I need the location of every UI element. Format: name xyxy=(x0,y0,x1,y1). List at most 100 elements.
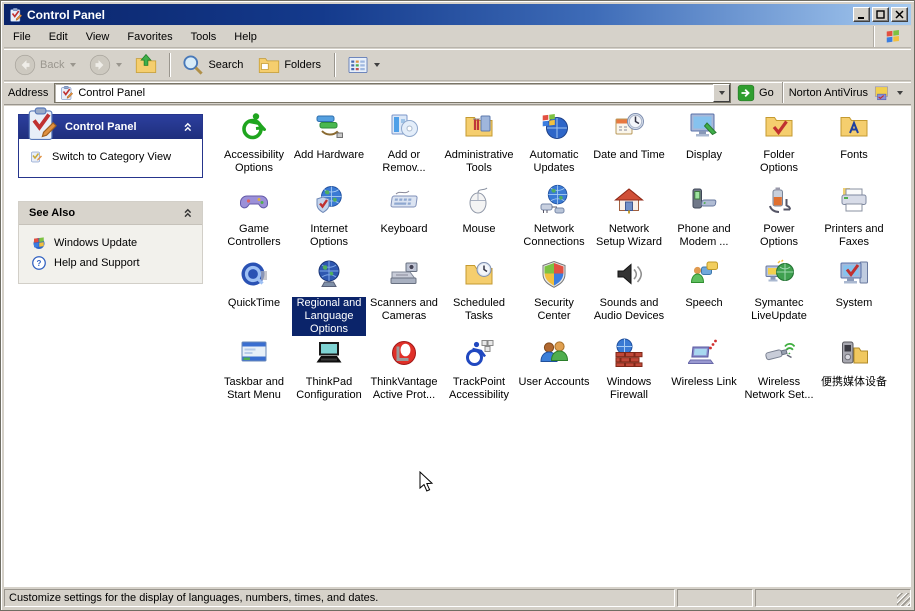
back-icon xyxy=(13,53,37,77)
scheduled-tasks-icon xyxy=(463,258,495,290)
cpl-item-phone-and-modem[interactable]: Phone and Modem ... xyxy=(667,184,741,249)
cpl-item-wireless-network-set[interactable]: Wireless Network Set... xyxy=(742,337,816,402)
cpl-item-printers-and-faxes[interactable]: Printers and Faxes xyxy=(817,184,891,249)
folders-button[interactable]: Folders xyxy=(252,51,328,79)
cpl-item-quicktime[interactable]: QuickTime xyxy=(217,258,291,310)
cpl-item-accessibility-options[interactable]: Accessibility Options xyxy=(217,110,291,175)
cpl-item-label: Internet Options xyxy=(292,223,366,249)
resize-grip[interactable] xyxy=(897,593,910,606)
cpl-item-security-center[interactable]: Security Center xyxy=(517,258,591,323)
panel-title: Control Panel xyxy=(65,121,137,133)
add-remove-programs-icon xyxy=(388,110,420,142)
sidebar-item-switch-to-category-view[interactable]: Switch to Category View xyxy=(29,147,196,167)
cpl-item-thinkvantage-active-prot[interactable]: ThinkVantage Active Prot... xyxy=(367,337,441,402)
cpl-item-label: Date and Time xyxy=(592,149,666,162)
help-icon: ? xyxy=(31,255,47,271)
sidebar-item-windows-update[interactable]: Windows Update xyxy=(31,233,196,253)
cpl-item-game-controllers[interactable]: Game Controllers xyxy=(217,184,291,249)
collapse-chevron-icon[interactable] xyxy=(181,119,197,135)
cpl-item-label: Mouse xyxy=(461,223,496,236)
norton-icon xyxy=(873,84,891,102)
network-connections-icon xyxy=(538,184,570,216)
status-section xyxy=(755,589,911,607)
folder-view: Control Panel Switch to Category View Se… xyxy=(4,106,911,587)
cpl-item-fonts[interactable]: Fonts xyxy=(817,110,891,162)
menu-view[interactable]: View xyxy=(77,26,119,47)
cpl-item-label: ThinkVantage Active Prot... xyxy=(367,376,441,402)
cpl-item-label: Speech xyxy=(684,297,723,310)
cpl-item-scanners-and-cameras[interactable]: Scanners and Cameras xyxy=(367,258,441,323)
cpl-item-mouse[interactable]: Mouse xyxy=(442,184,516,236)
fonts-icon xyxy=(838,110,870,142)
forward-button[interactable] xyxy=(83,51,127,79)
cpl-item-keyboard[interactable]: Keyboard xyxy=(367,184,441,236)
up-button[interactable] xyxy=(129,51,163,79)
category-view-icon xyxy=(29,149,45,165)
search-button[interactable]: Search xyxy=(176,51,250,79)
menu-help[interactable]: Help xyxy=(225,26,266,47)
close-button[interactable] xyxy=(891,7,908,22)
quicktime-icon xyxy=(238,258,270,290)
mouse-icon xyxy=(463,184,495,216)
security-center-icon xyxy=(538,258,570,290)
cpl-item-add-or-remov[interactable]: Add or Remov... xyxy=(367,110,441,175)
go-button[interactable]: Go xyxy=(731,84,782,102)
cpl-item-scheduled-tasks[interactable]: Scheduled Tasks xyxy=(442,258,516,323)
cpl-item-label: Keyboard xyxy=(379,223,428,236)
folders-icon xyxy=(257,53,281,77)
cpl-item-speech[interactable]: Speech xyxy=(667,258,741,310)
cpl-item-regional-and-language-options[interactable]: Regional and Language Options xyxy=(292,258,366,336)
cpl-item-label: Phone and Modem ... xyxy=(667,223,741,249)
norton-dropdown-icon[interactable] xyxy=(897,91,903,95)
address-dropdown-button[interactable] xyxy=(713,84,730,102)
windows-update-icon xyxy=(31,235,47,251)
menu-tools[interactable]: Tools xyxy=(182,26,226,47)
status-bar: Customize settings for the display of la… xyxy=(4,587,911,607)
maximize-button[interactable] xyxy=(872,7,889,22)
menu-edit[interactable]: Edit xyxy=(40,26,77,47)
views-dropdown-icon[interactable] xyxy=(374,63,380,67)
regional-language-icon xyxy=(313,258,345,290)
cpl-item-display[interactable]: Display xyxy=(667,110,741,162)
norton-label: Norton AntiVirus xyxy=(789,87,868,99)
cpl-item-power-options[interactable]: Power Options xyxy=(742,184,816,249)
phone-modem-icon xyxy=(688,184,720,216)
back-button[interactable]: Back xyxy=(8,51,81,79)
cpl-item-thinkpad-configuration[interactable]: ThinkPad Configuration xyxy=(292,337,366,402)
cpl-item-user-accounts[interactable]: User Accounts xyxy=(517,337,591,389)
windows-firewall-icon xyxy=(613,337,645,369)
search-icon xyxy=(181,53,205,77)
collapse-chevron-icon[interactable] xyxy=(181,205,197,221)
minimize-button[interactable] xyxy=(853,7,870,22)
cpl-item-system[interactable]: System xyxy=(817,258,891,310)
cpl-item-network-setup-wizard[interactable]: Network Setup Wizard xyxy=(592,184,666,249)
cpl-item-wireless-link[interactable]: Wireless Link xyxy=(667,337,741,389)
cpl-item-symantec-liveupdate[interactable]: Symantec LiveUpdate xyxy=(742,258,816,323)
address-input[interactable]: Control Panel xyxy=(54,83,731,103)
menu-favorites[interactable]: Favorites xyxy=(118,26,181,47)
cpl-item-date-and-time[interactable]: Date and Time xyxy=(592,110,666,162)
thinkpad-icon xyxy=(313,337,345,369)
forward-dropdown-icon[interactable] xyxy=(116,63,122,67)
cpl-item-folder-options[interactable]: Folder Options xyxy=(742,110,816,175)
cpl-item-trackpoint-accessibility[interactable]: TrackPoint Accessibility xyxy=(442,337,516,402)
menu-file[interactable]: File xyxy=(4,26,40,47)
cpl-item-network-connections[interactable]: Network Connections xyxy=(517,184,591,249)
cpl-item-automatic-updates[interactable]: Automatic Updates xyxy=(517,110,591,175)
back-dropdown-icon[interactable] xyxy=(70,63,76,67)
menu-bar: FileEditViewFavoritesToolsHelp xyxy=(4,26,911,48)
panel-header: See Also xyxy=(19,202,202,225)
cpl-item-windows-firewall[interactable]: Windows Firewall xyxy=(592,337,666,402)
cpl-item-sounds-and-audio-devices[interactable]: Sounds and Audio Devices xyxy=(592,258,666,323)
cpl-item-internet-options[interactable]: Internet Options xyxy=(292,184,366,249)
views-button[interactable] xyxy=(341,51,385,79)
cpl-item-taskbar-and-start-menu[interactable]: Taskbar and Start Menu xyxy=(217,337,291,402)
control-panel-icon xyxy=(7,7,23,23)
norton-antivirus-button[interactable]: Norton AntiVirus xyxy=(782,82,909,103)
sidebar-item-help-and-support[interactable]: ?Help and Support xyxy=(31,253,196,273)
cpl-item-administrative-tools[interactable]: Administrative Tools xyxy=(442,110,516,175)
add-hardware-icon xyxy=(313,110,345,142)
cpl-item-add-hardware[interactable]: Add Hardware xyxy=(292,110,366,162)
trackpoint-icon xyxy=(463,337,495,369)
cpl-item-portable-media[interactable]: 便携媒体设备 xyxy=(817,337,891,389)
